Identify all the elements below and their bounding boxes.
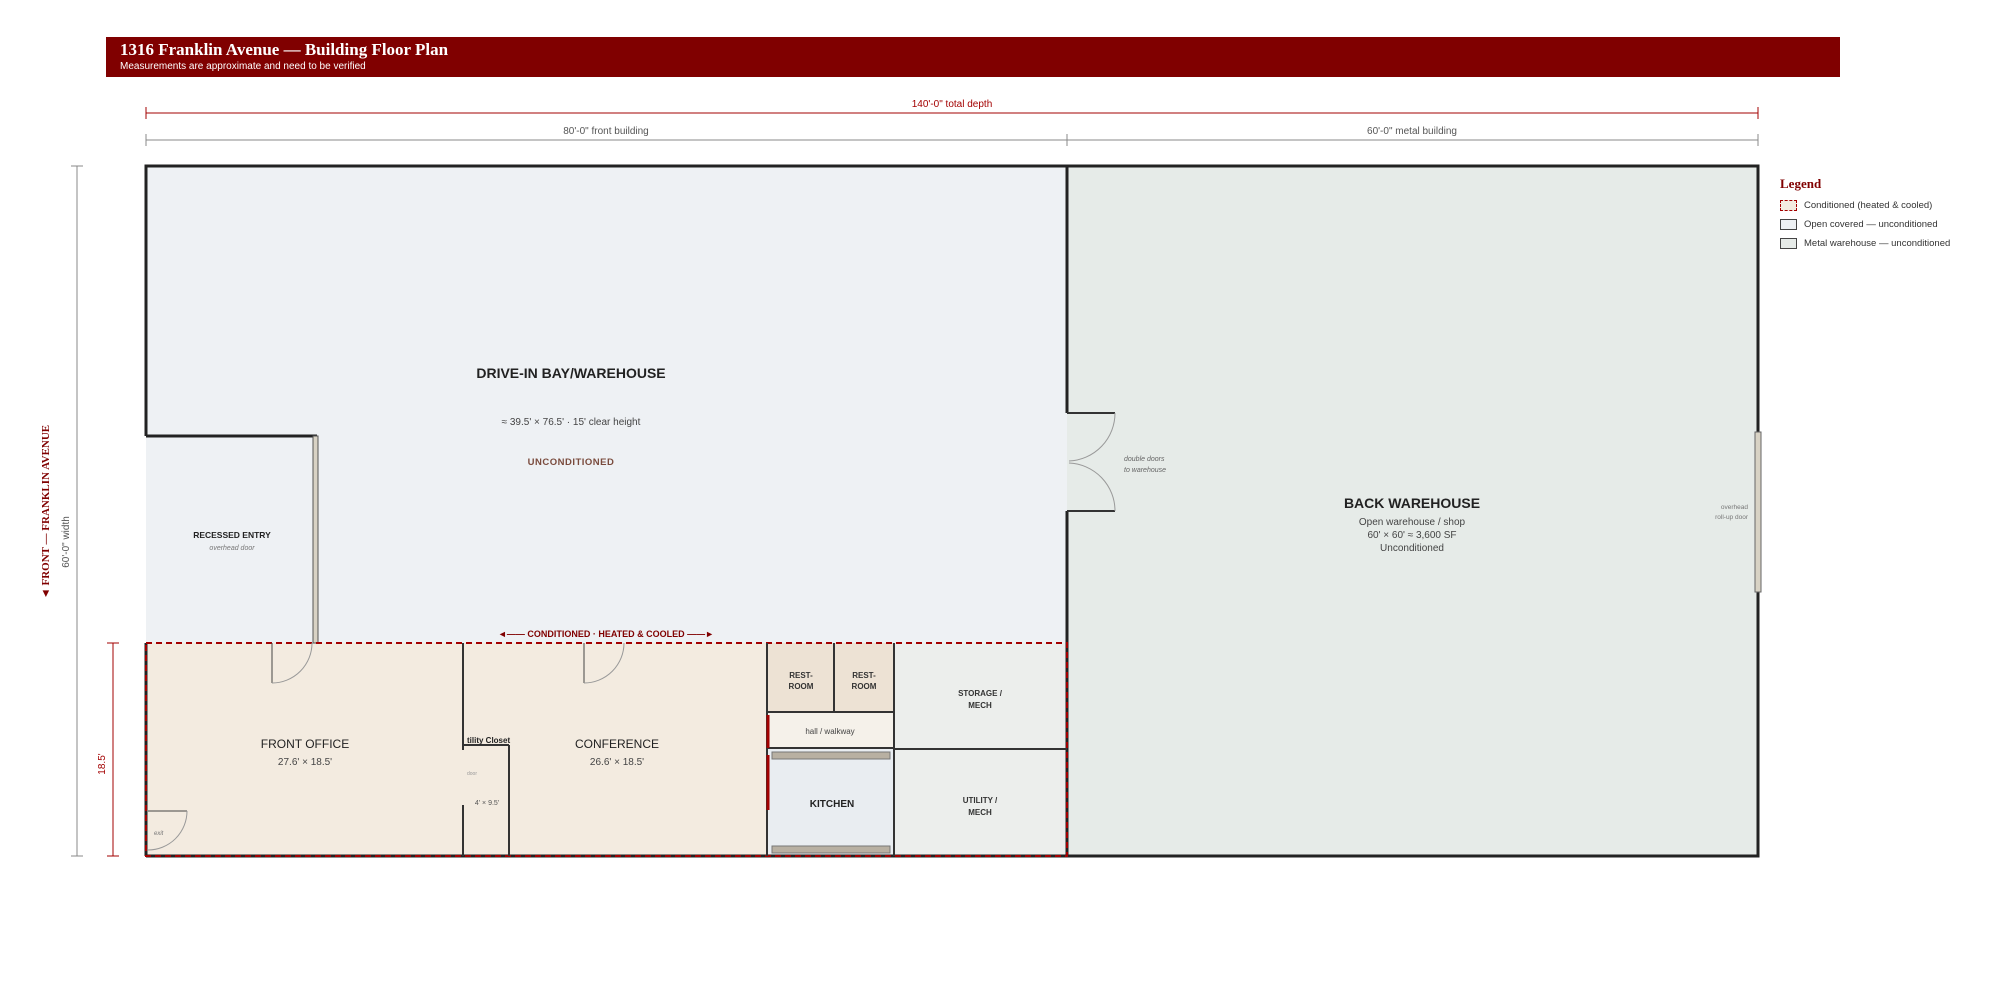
kitchen-counter-top <box>771 751 891 760</box>
front-office-size: 27.6' × 18.5' <box>278 757 332 768</box>
dim-total-label: 140'-0" total depth <box>912 99 993 110</box>
back-warehouse-line3: Unconditioned <box>1380 543 1444 554</box>
legend: Legend Conditioned (heated & cooled) Ope… <box>1780 176 1990 253</box>
conditioned-band-label: ◄—— CONDITIONED · HEATED & COOLED ——► <box>498 629 714 639</box>
front-office-name: FRONT OFFICE <box>261 737 349 751</box>
legend-title: Legend <box>1780 176 1822 191</box>
dim-front-building-label: 80'-0" front building <box>563 126 649 137</box>
legend-swatch-metal <box>1780 238 1797 249</box>
hall-label: hall / walkway <box>805 727 854 736</box>
back-warehouse-line2: 60' × 60' ≈ 3,600 SF <box>1367 530 1456 541</box>
utility-line1: UTILITY / <box>963 796 998 805</box>
legend-label-open: Open covered — unconditioned <box>1804 219 1938 230</box>
office-wing-area <box>146 643 767 856</box>
utility-line2: MECH <box>968 808 992 817</box>
conference-name: CONFERENCE <box>575 737 659 751</box>
legend-swatch-open <box>1780 219 1797 230</box>
storage-line2: MECH <box>968 701 992 710</box>
dimension-segments: 80'-0" front building 60'-0" metal build… <box>145 126 1759 146</box>
legend-label-metal: Metal warehouse — unconditioned <box>1804 238 1951 249</box>
conference-size: 26.6' × 18.5' <box>590 757 644 768</box>
legend-item-metal: Metal warehouse — unconditioned <box>1780 234 1990 253</box>
legend-item-conditioned: Conditioned (heated & cooled) <box>1780 196 1990 215</box>
storage-line1: STORAGE / <box>958 689 1003 698</box>
exit-label: exit <box>154 831 164 837</box>
legend-item-open: Open covered — unconditioned <box>1780 215 1990 234</box>
rollup-door <box>1754 431 1762 593</box>
back-warehouse-line1: Open warehouse / shop <box>1359 517 1466 528</box>
restroom-1-line1: REST- <box>789 671 813 680</box>
dimension-conditioned-depth: 18.5' <box>97 642 119 857</box>
kitchen-counter-bottom <box>771 845 891 854</box>
double-doors-note-2: to warehouse <box>1124 467 1166 474</box>
utility-closet-name: tility Closet <box>467 736 510 745</box>
drive-in-bay-name: DRIVE-IN BAY/WAREHOUSE <box>476 365 665 381</box>
recessed-entry-name: RECESSED ENTRY <box>193 530 271 540</box>
restroom-1-line2: ROOM <box>789 682 814 691</box>
floor-plan: 140'-0" total depth 80'-0" front buildin… <box>40 99 1762 858</box>
street-label: ◄ FRONT — FRANKLIN AVENUE <box>40 425 52 599</box>
dim-metal-building-label: 60'-0" metal building <box>1367 126 1457 137</box>
dim-conditioned-depth-label: 18.5' <box>97 753 108 774</box>
dimension-width: 60'-0" width <box>61 165 83 857</box>
double-doors-note-1: double doors <box>1124 456 1165 463</box>
legend-label-conditioned: Conditioned (heated & cooled) <box>1804 200 1933 211</box>
utility-closet-size: 4' × 9.5' <box>475 800 499 807</box>
entry-overhead-door <box>312 435 319 644</box>
recessed-entry-note: overhead door <box>209 545 255 552</box>
back-warehouse-area <box>1067 166 1758 856</box>
utility-closet-door: door <box>467 771 477 777</box>
rollup-note-2: roll-up door <box>1715 514 1749 521</box>
drive-in-bay-status: UNCONDITIONED <box>528 457 615 468</box>
legend-swatch-conditioned <box>1780 200 1797 211</box>
dimension-total: 140'-0" total depth <box>145 99 1759 119</box>
restroom-2-line2: ROOM <box>852 682 877 691</box>
drive-in-bay-size: ≈ 39.5' × 76.5' · 15' clear height <box>502 417 641 428</box>
kitchen-label: KITCHEN <box>810 799 854 810</box>
rollup-note-1: overhead <box>1721 504 1748 511</box>
restroom-2-line1: REST- <box>852 671 876 680</box>
dim-width-label: 60'-0" width <box>61 516 72 568</box>
back-warehouse-name: BACK WAREHOUSE <box>1344 495 1480 511</box>
